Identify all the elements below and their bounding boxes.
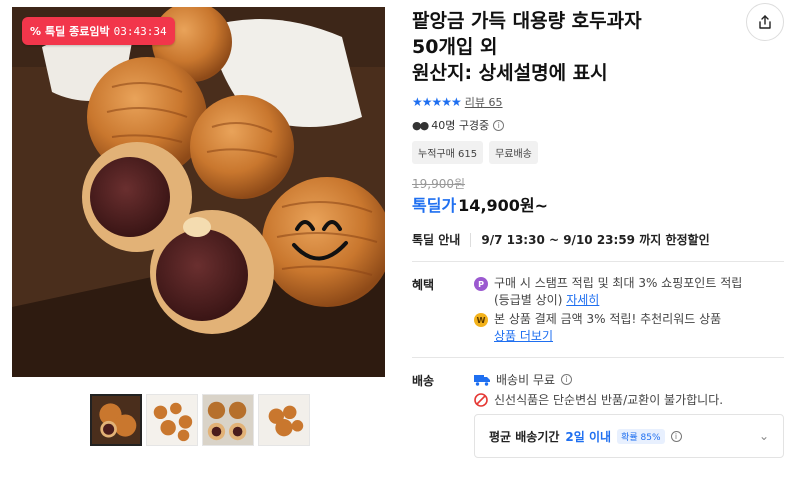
benefit-reward: W 본 상품 결제 금액 3% 적립! 추천리워드 상품 상품 더보기 [474, 311, 774, 345]
divider [412, 261, 784, 262]
viewers-label: 40명 구경중 [431, 119, 490, 132]
share-button[interactable] [746, 3, 784, 41]
separator [470, 232, 472, 247]
shipping-fee-row: 배송비 무료 i [474, 371, 573, 388]
rating-row: ★★★★★ 리뷰 65 [412, 94, 503, 110]
benefits-label: 혜택 [412, 278, 435, 292]
delivery-period-dropdown[interactable]: 평균 배송기간 2일 이내 확률 85% i ⌄ [474, 414, 784, 458]
tag-free-shipping: 무료배송 [489, 141, 538, 164]
deal-ending-badge: % 톡딜 종료임박 03:43:34 [22, 17, 175, 45]
shipping-free-label: 배송비 무료 [496, 373, 556, 387]
divider [412, 357, 784, 358]
deal-price-row: 톡딜가 14,900원~ [412, 192, 548, 216]
eyes-icon: ●● [412, 118, 429, 132]
shipping-label: 배송 [412, 374, 435, 388]
deal-countdown-timer: 03:43:34 [113, 24, 167, 38]
deal-info-row: 톡딜 안내 9/7 13:30 ~ 9/10 23:59 까지 한정할인 [412, 231, 710, 248]
delivery-period-label: 평균 배송기간 [489, 429, 560, 444]
truck-icon [474, 374, 490, 386]
info-icon[interactable]: i [493, 119, 505, 131]
return-notice-row: 신선식품은 단순변심 반품/교환이 불가합니다. [474, 391, 723, 408]
product-tags: 누적구매 615 무료배송 [412, 141, 538, 164]
deal-badge-label: 톡딜 종료임박 [45, 25, 110, 38]
title-line: 50개입 외 [412, 36, 498, 58]
info-icon[interactable]: i [670, 430, 682, 442]
chevron-down-icon: ⌄ [758, 429, 769, 443]
point-icon: P [474, 277, 488, 291]
benefit-stamp-points: P 구매 시 스탬프 적립 및 최대 3% 쇼핑포인트 적립 (등급별 상이) … [474, 275, 774, 309]
return-notice-text: 신선식품은 단순변심 반품/교환이 불가합니다. [494, 393, 724, 407]
thumbnail-4[interactable] [258, 394, 310, 446]
title-line: 원산지: 상세설명에 표시 [412, 62, 608, 84]
review-count-link[interactable]: 리뷰 65 [465, 94, 503, 110]
product-title: 팥앙금 가득 대용량 호두과자 50개입 외 원산지: 상세설명에 표시 [412, 8, 732, 86]
prohibited-icon [474, 392, 488, 407]
deal-price-value: 14,900원~ [458, 196, 549, 215]
deal-price-label: 톡딜가 [412, 196, 457, 215]
thumbnail-strip [90, 394, 310, 446]
title-line: 팥앙금 가득 대용량 호두과자 [412, 10, 642, 32]
delivery-probability-badge: 확률 85% [617, 428, 665, 444]
deal-info-label: 톡딜 안내 [412, 233, 461, 247]
thumbnail-3[interactable] [202, 394, 254, 446]
benefit-text: 구매 시 스탬프 적립 및 최대 3% 쇼핑포인트 적립 (등급별 상이) 자세… [494, 276, 743, 307]
star-rating-icon: ★★★★★ [412, 95, 462, 109]
thumbnail-2[interactable] [146, 394, 198, 446]
more-products-link[interactable]: 상품 더보기 [494, 329, 553, 343]
percent-tag-icon: % [30, 24, 42, 38]
main-product-image: % 톡딜 종료임박 03:43:34 [12, 7, 385, 377]
details-link[interactable]: 자세히 [566, 293, 599, 307]
share-icon [759, 15, 771, 29]
deal-info-period: 9/7 13:30 ~ 9/10 23:59 까지 한정할인 [481, 233, 710, 247]
info-icon[interactable]: i [561, 374, 573, 385]
original-price: 19,900원 [412, 177, 466, 191]
viewers-count: ●● 40명 구경중 i [412, 117, 505, 133]
benefit-text: 본 상품 결제 금액 3% 적립! 추천리워드 상품 상품 더보기 [494, 312, 722, 343]
reward-coin-icon: W [474, 313, 488, 327]
delivery-days: 2일 이내 [565, 429, 612, 444]
tag-cumulative-purchases: 누적구매 615 [412, 141, 484, 164]
thumbnail-1[interactable] [90, 394, 142, 446]
